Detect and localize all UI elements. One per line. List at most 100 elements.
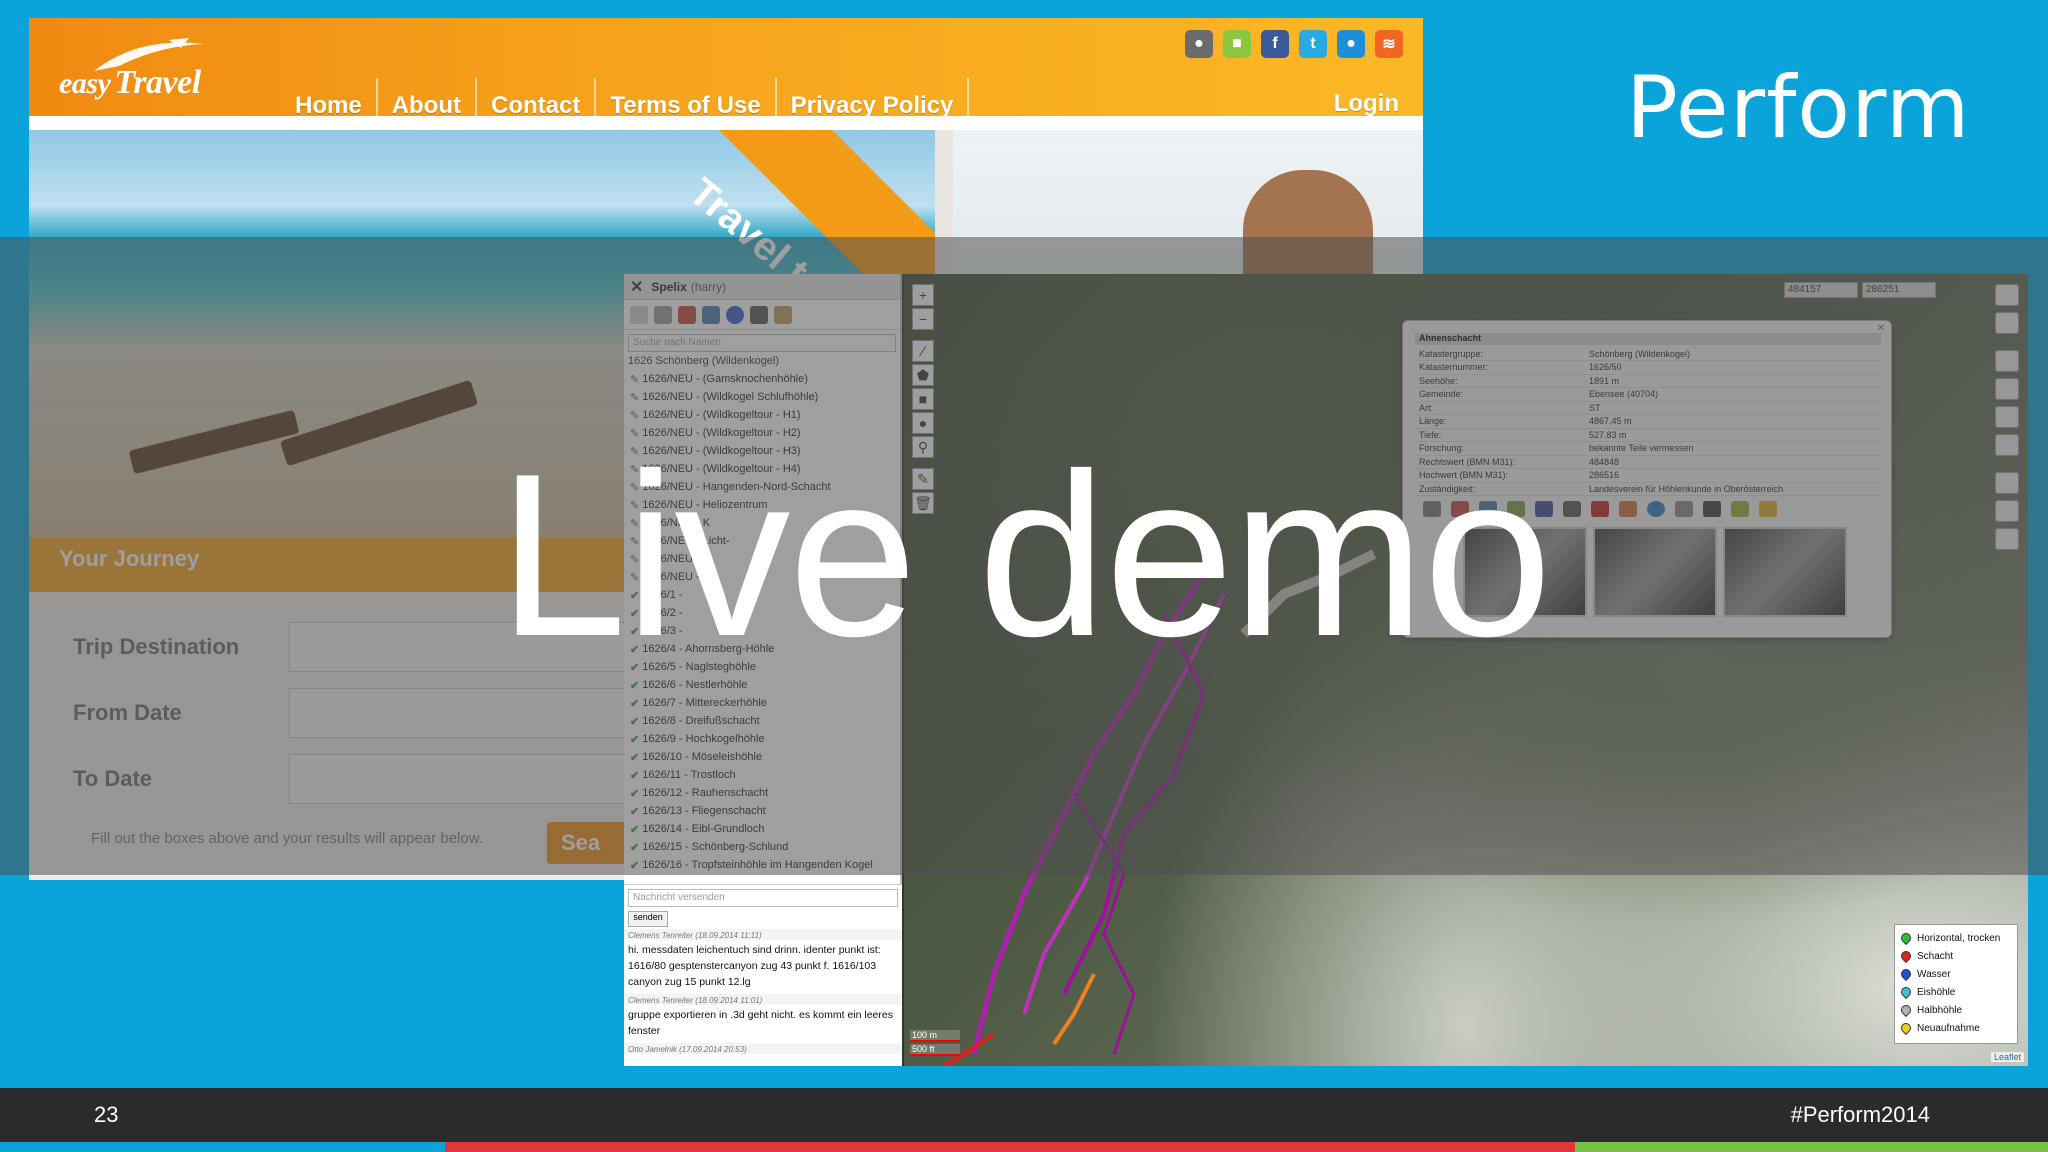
facebook-icon[interactable]: f: [1261, 30, 1289, 58]
draw-rectangle-icon[interactable]: ■: [912, 388, 934, 410]
cave-info-title: Ahnenschacht: [1415, 333, 1881, 345]
map-legend: Horizontal, trocken Schacht Wasser Eishöhle…: [1894, 924, 2018, 1044]
close-icon[interactable]: ✕: [630, 277, 643, 297]
check-icon: ✔: [630, 841, 640, 854]
login-link[interactable]: Login: [1334, 90, 1399, 118]
map-pin-icon: [1898, 930, 1914, 946]
cave-list-item[interactable]: ✔ 1626/15 - Schönberg-Schlund: [624, 838, 900, 856]
footer-color-stripe: [0, 1142, 2048, 1152]
search-icon[interactable]: [1995, 312, 2019, 334]
legend-label: Neuaufnahme: [1917, 1022, 1980, 1034]
cave-list-item[interactable]: ✔ 1626/11 - Trostloch: [624, 766, 900, 784]
draw-polygon-icon[interactable]: ⬟: [912, 364, 934, 386]
rss-icon[interactable]: ≋: [1375, 30, 1403, 58]
apple-icon[interactable]: ●: [1185, 30, 1213, 58]
cave-list-item-label: 1626/12 - Rauhenschacht: [642, 787, 769, 799]
legend-row: Wasser: [1898, 965, 2011, 983]
cave-info-key: Art:: [1415, 401, 1585, 415]
cave-info-row: Art: ST: [1415, 401, 1881, 415]
cave-list-item[interactable]: ✔ 1626/10 - Möseleishöhle: [624, 748, 900, 766]
twitter-icon[interactable]: t: [1299, 30, 1327, 58]
cave-info-key: Katasternummer:: [1415, 360, 1585, 375]
pencil-icon: ✎: [630, 409, 640, 422]
cave-list-item[interactable]: ✔ 1626/16 - Tropfsteinhöhle im Hangenden …: [624, 856, 900, 874]
legend-row: Horizontal, trocken: [1898, 929, 2011, 947]
cave-list-item-label: 1626/8 - Dreifußschacht: [642, 715, 760, 727]
android-icon[interactable]: ■: [1223, 30, 1251, 58]
journey-hint: Fill out the boxes above and your result…: [91, 830, 483, 847]
scale-imperial: 500 ft: [910, 1044, 960, 1056]
leaflet-attribution[interactable]: Leaflet: [1990, 1052, 2024, 1062]
map-pin-icon: [1898, 966, 1914, 982]
chat-message-meta: Clemens Tenreiter (18.09.2014 11:01): [624, 994, 902, 1005]
cave-info-value: ST: [1585, 401, 1881, 415]
coordinate-y: 286251: [1862, 282, 1936, 298]
lock-icon[interactable]: [774, 306, 792, 324]
map-pin-icon: [1898, 1020, 1914, 1036]
settings-icon[interactable]: [750, 306, 768, 324]
check-icon: ✔: [630, 697, 640, 710]
cave-list-item-label: 1626/16 - Tropfsteinhöhle im Hangenden K…: [642, 859, 873, 871]
legend-row: Schacht: [1898, 947, 2011, 965]
cave-info-value: Schönberg (Wildenkogel): [1585, 347, 1881, 361]
draw-line-icon[interactable]: ∕: [912, 340, 934, 362]
cave-list-item-label: 1626/14 - Eibl-Grundloch: [642, 823, 765, 835]
cave-info-row: Seehöhe: 1891 m: [1415, 374, 1881, 388]
legend-row: Eishöhle: [1898, 983, 2011, 1001]
undo-icon[interactable]: [630, 306, 648, 324]
books-icon[interactable]: [678, 306, 696, 324]
slide-number: 23: [94, 1102, 119, 1127]
spelix-search-input[interactable]: Suche nach Namen: [628, 334, 896, 352]
cave-list-item[interactable]: ✔ 1626/8 - Dreifußschacht: [624, 712, 900, 730]
zoom-in-button[interactable]: +: [912, 284, 934, 306]
spelix-user: (harry): [690, 279, 727, 294]
cave-list-item[interactable]: ✔ 1626/13 - Fliegenschacht: [624, 802, 900, 820]
cave-list-item[interactable]: ✔ 1626/9 - Hochkogelhöhle: [624, 730, 900, 748]
cave-list-item-label: 1626/15 - Schönberg-Schlund: [642, 841, 789, 853]
cave-list-item-label: 1626/NEU - (Wildkogeltour - H1): [642, 409, 801, 421]
chat-message-input[interactable]: Nachricht versenden: [628, 889, 898, 907]
spelix-header: ✕ Spelix (harry): [624, 274, 900, 300]
cave-list-item[interactable]: ✔ 1626/7 - Mittereckerhöhle: [624, 694, 900, 712]
scale-metric: 100 m: [910, 1030, 960, 1042]
document-icon[interactable]: [654, 306, 672, 324]
check-icon: ✔: [630, 769, 640, 782]
cave-list-item-label: 1626/7 - Mittereckerhöhle: [642, 697, 767, 709]
cave-list-item-label: 1626/9 - Hochkogelhöhle: [642, 733, 765, 745]
check-icon: ✔: [630, 859, 640, 872]
site-logo[interactable]: easy Travel: [59, 64, 201, 102]
marker-red-icon[interactable]: [1995, 406, 2019, 428]
cave-list-item[interactable]: ✎ 1626/NEU - (Wildkogeltour - H1): [624, 406, 900, 424]
to-date-label: To Date: [73, 766, 153, 791]
cave-list-item[interactable]: ✎ 1626/NEU - (Wildkogel Schlufhöhle): [624, 388, 900, 406]
site-header: easy Travel ● ■ f t ● ≋ Home About Contac…: [29, 18, 1423, 134]
locate-icon[interactable]: [1995, 378, 2019, 400]
map-pin-icon: [1898, 984, 1914, 1000]
users-icon[interactable]: [702, 306, 720, 324]
map-pin-icon: [1898, 1002, 1914, 1018]
chat-panel: Nachricht versenden senden Clemens Tenre…: [624, 884, 902, 1066]
zoom-out-button[interactable]: −: [912, 308, 934, 330]
chat-send-button[interactable]: senden: [628, 911, 668, 927]
layers-icon[interactable]: [1995, 284, 2019, 306]
cave-list-item-label: 1626/10 - Möseleishöhle: [642, 751, 763, 763]
check-icon: ✔: [630, 787, 640, 800]
cave-list-item-label: 1626/NEU - (Wildkogel Schlufhöhle): [642, 391, 819, 403]
check-icon: ✔: [630, 751, 640, 764]
stripe-segment: [0, 1142, 445, 1152]
cave-info-value: Ebensee (40704): [1585, 387, 1881, 402]
legend-row: Halbhöhle: [1898, 1001, 2011, 1019]
cave-group-title[interactable]: 1626 Schönberg (Wildenkogel): [624, 352, 900, 370]
legend-row: Neuaufnahme: [1898, 1019, 2011, 1037]
spelix-title: Spelix: [651, 279, 687, 294]
arrow-right-icon[interactable]: [1995, 350, 2019, 372]
help-icon[interactable]: [726, 306, 744, 324]
cave-list-item[interactable]: ✎ 1626/NEU - (Gamsknochenhöhle): [624, 370, 900, 388]
blackberry-icon[interactable]: ●: [1337, 30, 1365, 58]
legend-label: Wasser: [1917, 968, 1951, 980]
map-pin-icon: [1898, 948, 1914, 964]
cave-list-item[interactable]: ✔ 1626/12 - Rauhenschacht: [624, 784, 900, 802]
pencil-icon: ✎: [630, 391, 640, 404]
cave-list-item[interactable]: ✔ 1626/14 - Eibl-Grundloch: [624, 820, 900, 838]
cave-info-row: Katastergruppe: Schönberg (Wildenkogel): [1415, 347, 1881, 361]
